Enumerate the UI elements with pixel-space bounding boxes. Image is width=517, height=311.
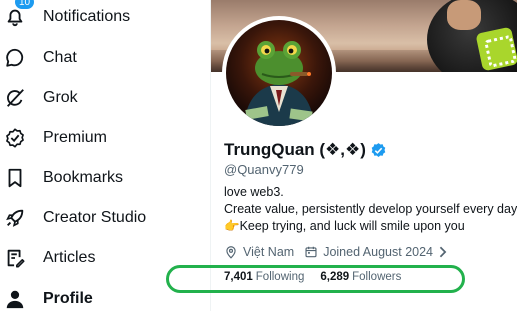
person-icon bbox=[4, 288, 26, 310]
display-name: TrungQuan (❖,❖) bbox=[224, 140, 387, 160]
sidebar-item-bookmarks[interactable]: Bookmarks bbox=[0, 158, 200, 198]
bio-line: 👉Keep trying, and luck will smile upon y… bbox=[224, 219, 465, 233]
sidebar-item-chat[interactable]: Chat bbox=[0, 38, 200, 78]
sidebar-item-grok[interactable]: Grok bbox=[0, 78, 200, 118]
sidebar-item-notifications[interactable]: 10 Notifications bbox=[0, 0, 200, 37]
verified-badge-icon[interactable] bbox=[370, 142, 387, 159]
location-text: Việt Nam bbox=[243, 245, 295, 259]
calendar-icon bbox=[305, 246, 317, 258]
profile-meta: Việt Nam Joined August 2024 bbox=[224, 244, 458, 260]
bell-icon: 10 bbox=[4, 0, 36, 28]
sidebar-item-label: Grok bbox=[43, 89, 78, 106]
sidebar-item-premium[interactable]: Premium bbox=[0, 118, 200, 158]
sidebar-item-label: Creator Studio bbox=[43, 209, 147, 226]
grok-icon bbox=[4, 87, 26, 109]
location-pin-icon bbox=[226, 246, 236, 259]
sidebar-item-label: Profile bbox=[43, 290, 93, 307]
sidebar-item-label: Notifications bbox=[43, 8, 131, 25]
join-date[interactable]: Joined August 2024 bbox=[304, 245, 448, 259]
display-name-text: TrungQuan (❖,❖) bbox=[224, 140, 366, 159]
sidebar-item-label: Chat bbox=[43, 49, 77, 66]
chevron-right-icon bbox=[439, 246, 447, 258]
bookmark-icon bbox=[4, 167, 26, 189]
rocket-icon bbox=[4, 207, 26, 229]
highlight-annotation bbox=[166, 265, 465, 293]
cube-logo bbox=[475, 26, 517, 72]
verified-badge-icon bbox=[4, 127, 26, 149]
profile-bio: love web3. Create value, persistently de… bbox=[224, 184, 517, 235]
bio-line: Create value, persistently develop yours… bbox=[224, 202, 517, 216]
join-date-text: Joined August 2024 bbox=[323, 245, 434, 259]
notification-count-badge: 10 bbox=[14, 0, 36, 10]
sidebar-item-label: Premium bbox=[43, 129, 108, 146]
article-edit-icon bbox=[4, 247, 26, 269]
bio-line: love web3. bbox=[224, 185, 284, 199]
chat-bubble-icon bbox=[4, 47, 26, 69]
sidebar-item-label: Articles bbox=[43, 249, 96, 266]
location: Việt Nam bbox=[224, 245, 294, 259]
avatar[interactable] bbox=[222, 16, 336, 130]
user-handle: @Quanvy779 bbox=[224, 162, 304, 177]
sidebar-item-label: Bookmarks bbox=[43, 169, 124, 186]
sidebar-item-creator-studio[interactable]: Creator Studio bbox=[0, 198, 200, 238]
